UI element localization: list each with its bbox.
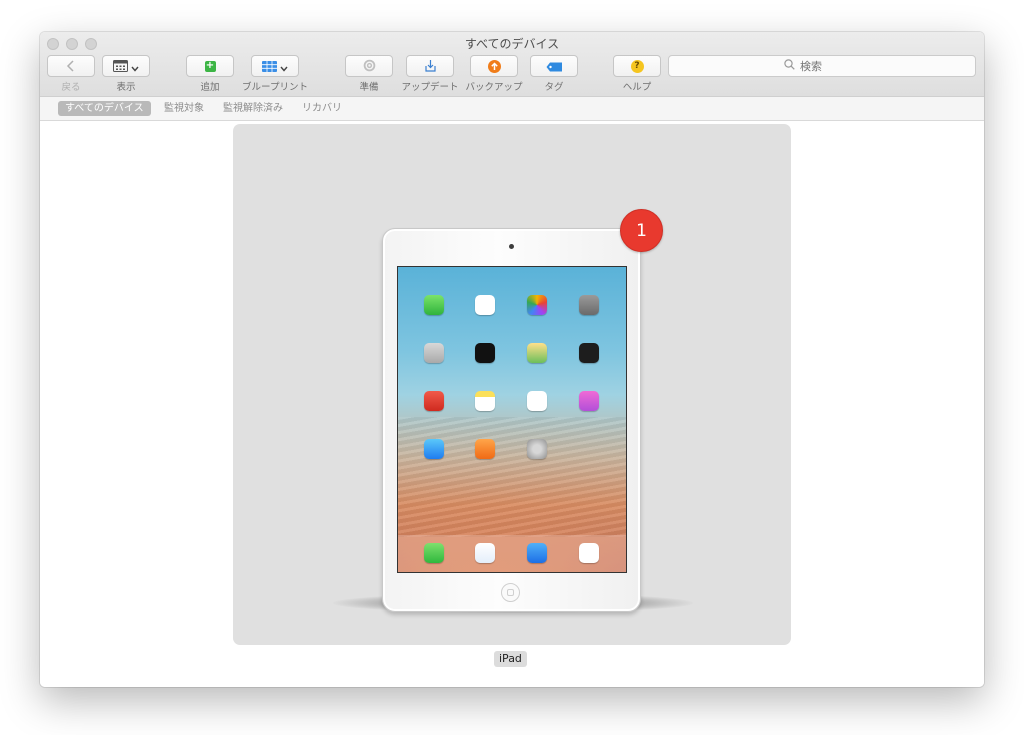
toolbar: すべてのデバイス 戻る 表示 + 追加 ブループリント 準備 アップデート バッ… — [40, 32, 984, 97]
blueprint-grid-icon — [262, 57, 277, 76]
itunes-store-app-icon — [579, 391, 599, 411]
view-options-button[interactable] — [102, 55, 150, 77]
app-store-app-icon — [424, 439, 444, 459]
device-name-label: iPad — [494, 651, 527, 667]
back-button[interactable] — [47, 55, 95, 77]
download-tray-icon — [424, 57, 437, 76]
add-button[interactable]: + — [186, 55, 234, 77]
tag-icon — [546, 57, 563, 76]
ipad-white-icon — [382, 228, 641, 612]
prepare-label: 準備 — [359, 82, 379, 93]
prepare-button[interactable] — [345, 55, 393, 77]
reminders-app-icon — [527, 391, 547, 411]
backup-button[interactable] — [470, 55, 518, 77]
camera-app-icon — [579, 295, 599, 315]
notes-app-icon — [475, 391, 495, 411]
ibooks-app-icon — [475, 439, 495, 459]
scope-item-supervised[interactable]: 監視対象 — [157, 101, 211, 116]
maps-app-icon — [527, 343, 547, 363]
scope-item-all-devices[interactable]: すべてのデバイス — [58, 101, 151, 116]
help-button[interactable]: ? — [613, 55, 661, 77]
music-app-icon — [579, 543, 599, 563]
settings-app-icon — [527, 439, 547, 459]
tag-button[interactable] — [530, 55, 578, 77]
scope-bar: すべてのデバイス 監視対象 監視解除済み リカバリ — [40, 97, 984, 121]
app-window: すべてのデバイス 戻る 表示 + 追加 ブループリント 準備 アップデート バッ… — [40, 32, 984, 687]
update-button[interactable] — [406, 55, 454, 77]
front-camera — [509, 244, 514, 249]
videos-app-icon — [579, 343, 599, 363]
tag-label: タグ — [544, 82, 564, 93]
backup-label: バックアップ — [465, 82, 523, 93]
gear-icon — [363, 57, 376, 76]
add-label: 追加 — [200, 82, 220, 93]
clock-app-icon — [475, 343, 495, 363]
blueprint-label: ブループリント — [242, 82, 308, 93]
home-button — [501, 583, 520, 602]
calendar-app-icon — [475, 295, 495, 315]
photo-booth-app-icon — [424, 391, 444, 411]
photos-app-icon — [527, 295, 547, 315]
device-count-badge: 1 — [620, 209, 663, 252]
blueprint-button[interactable] — [251, 55, 299, 77]
scope-item-recovery[interactable]: リカバリ — [295, 101, 349, 116]
update-label: アップデート — [401, 82, 459, 93]
search-input[interactable] — [800, 59, 860, 73]
contacts-app-icon — [424, 343, 444, 363]
add-plus-icon: + — [204, 60, 216, 72]
chevron-left-icon — [66, 57, 76, 76]
help-question-icon: ? — [630, 59, 644, 73]
grid-view-icon — [113, 57, 128, 76]
mail-app-icon — [527, 543, 547, 563]
scope-item-unsupervised[interactable]: 監視解除済み — [216, 101, 290, 116]
device-dock — [398, 535, 626, 572]
device-home-screen — [397, 266, 627, 573]
window-title: すべてのデバイス — [464, 37, 560, 51]
chevron-down-icon — [131, 57, 139, 76]
search-field[interactable] — [668, 55, 976, 77]
back-label: 戻る — [61, 82, 81, 93]
device-browser: 1 iPad — [40, 121, 984, 687]
backup-up-arrow-icon — [487, 59, 501, 73]
messages-app-icon — [424, 543, 444, 563]
facetime-app-icon — [424, 295, 444, 315]
help-label: ヘルプ — [622, 82, 652, 93]
device-tile[interactable]: 1 — [233, 124, 791, 645]
safari-app-icon — [475, 543, 495, 563]
chevron-down-icon — [280, 57, 288, 76]
search-icon — [784, 59, 795, 73]
view-label: 表示 — [116, 82, 136, 93]
